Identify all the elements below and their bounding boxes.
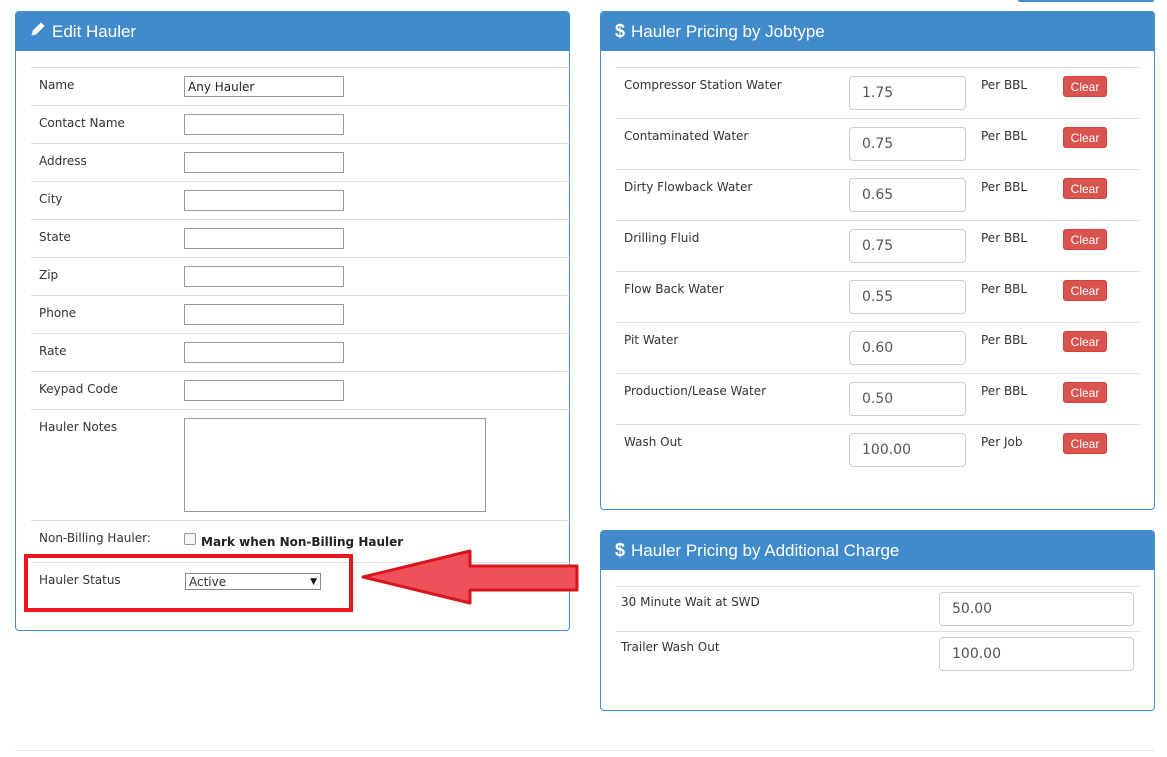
price-row: Contaminated Water Per BBL Clear <box>616 118 1140 169</box>
price-input[interactable] <box>849 280 966 314</box>
field-label: Name <box>39 78 75 92</box>
price-input[interactable] <box>849 433 966 467</box>
field-label: Address <box>39 154 87 168</box>
form-row-state: State <box>31 219 570 257</box>
price-input[interactable] <box>849 331 966 365</box>
price-row: Production/Lease Water Per BBL Clear <box>616 373 1140 424</box>
jobtype-label: Dirty Flowback Water <box>624 180 753 194</box>
jobtype-pricing-panel: $ Hauler Pricing by Jobtype Compressor S… <box>600 11 1155 510</box>
non-billing-checkbox[interactable] <box>184 533 196 545</box>
annotation-highlight-box <box>24 554 353 612</box>
hauler-notes-textarea[interactable] <box>184 418 486 512</box>
non-billing-checkbox-label: Mark when Non-Billing Hauler <box>201 535 404 549</box>
charge-label: Trailer Wash Out <box>621 640 720 654</box>
additional-charge-heading: $ Hauler Pricing by Additional Charge <box>601 531 1154 570</box>
panel-title: Hauler Pricing by Additional Charge <box>631 540 900 560</box>
clear-button[interactable]: Clear <box>1063 229 1107 250</box>
top-button-edge[interactable] <box>1018 0 1154 2</box>
unit-label: Per BBL <box>981 129 1028 143</box>
price-row: Wash Out Per Job Clear <box>616 424 1140 475</box>
form-row-phone: Phone <box>31 295 570 333</box>
clear-button[interactable]: Clear <box>1063 76 1107 97</box>
hauler-form: Name Contact Name Address City State Zip… <box>31 67 570 602</box>
price-row: Pit Water Per BBL Clear <box>616 322 1140 373</box>
field-label: City <box>39 192 63 206</box>
jobtype-label: Compressor Station Water <box>624 78 782 92</box>
jobtype-label: Contaminated Water <box>624 129 749 143</box>
clear-button[interactable]: Clear <box>1063 178 1107 199</box>
clear-button[interactable]: Clear <box>1063 127 1107 148</box>
form-row-name: Name <box>31 67 570 105</box>
charge-label: 30 Minute Wait at SWD <box>621 595 760 609</box>
jobtype-label: Pit Water <box>624 333 679 347</box>
additional-charge-pricing-panel: $ Hauler Pricing by Additional Charge 30… <box>600 530 1155 711</box>
keypad-code-input[interactable] <box>184 380 344 401</box>
field-label: Phone <box>39 306 77 320</box>
contact-name-input[interactable] <box>184 114 344 135</box>
form-row-zip: Zip <box>31 257 570 295</box>
phone-input[interactable] <box>184 304 344 325</box>
unit-label: Per Job <box>981 435 1023 449</box>
field-label: Rate <box>39 344 67 358</box>
unit-label: Per BBL <box>981 384 1028 398</box>
city-input[interactable] <box>184 190 344 211</box>
edit-hauler-panel: Edit Hauler Name Contact Name Address Ci… <box>15 11 570 631</box>
form-row-city: City <box>31 181 570 219</box>
rate-input[interactable] <box>184 342 344 363</box>
dollar-icon: $ <box>615 540 626 560</box>
zip-input[interactable] <box>184 266 344 287</box>
state-input[interactable] <box>184 228 344 249</box>
jobtype-label: Wash Out <box>624 435 682 449</box>
price-input[interactable] <box>849 127 966 161</box>
charge-input[interactable] <box>939 592 1134 626</box>
clear-button[interactable]: Clear <box>1063 433 1107 454</box>
unit-label: Per BBL <box>981 180 1028 194</box>
price-row: Flow Back Water Per BBL Clear <box>616 271 1140 322</box>
jobtype-label: Flow Back Water <box>624 282 724 296</box>
unit-label: Per BBL <box>981 78 1028 92</box>
address-input[interactable] <box>184 152 344 173</box>
panel-title: Edit Hauler <box>52 21 137 41</box>
price-input[interactable] <box>849 382 966 416</box>
form-row-keypad-code: Keypad Code <box>31 371 570 409</box>
jobtype-price-table: Compressor Station Water Per BBL Clear C… <box>616 67 1140 475</box>
price-row: Compressor Station Water Per BBL Clear <box>616 67 1140 118</box>
clear-button[interactable]: Clear <box>1063 331 1107 352</box>
form-row-address: Address <box>31 143 570 181</box>
price-row: Dirty Flowback Water Per BBL Clear <box>616 169 1140 220</box>
annotation-arrow-icon <box>361 549 579 605</box>
field-label: Contact Name <box>39 116 125 130</box>
name-input[interactable] <box>184 76 344 97</box>
form-row-contact-name: Contact Name <box>31 105 570 143</box>
field-label: Zip <box>39 268 59 282</box>
field-label: Keypad Code <box>39 382 118 396</box>
dollar-icon: $ <box>615 21 626 41</box>
price-input[interactable] <box>849 178 966 212</box>
unit-label: Per BBL <box>981 231 1028 245</box>
charge-input[interactable] <box>939 637 1134 671</box>
divider <box>15 750 1154 751</box>
unit-label: Per BBL <box>981 282 1028 296</box>
clear-button[interactable]: Clear <box>1063 382 1107 403</box>
field-label: State <box>39 230 71 244</box>
form-row-notes: Hauler Notes <box>31 409 570 520</box>
clear-button[interactable]: Clear <box>1063 280 1107 301</box>
jobtype-pricing-heading: $ Hauler Pricing by Jobtype <box>601 12 1154 51</box>
form-row-rate: Rate <box>31 333 570 371</box>
charge-row: Trailer Wash Out <box>616 631 1140 676</box>
pencil-icon <box>30 21 46 42</box>
field-label: Non-Billing Hauler: <box>39 531 151 545</box>
price-input[interactable] <box>849 229 966 263</box>
price-input[interactable] <box>849 76 966 110</box>
unit-label: Per BBL <box>981 333 1028 347</box>
field-label: Hauler Notes <box>39 420 118 434</box>
jobtype-label: Production/Lease Water <box>624 384 767 398</box>
jobtype-label: Drilling Fluid <box>624 231 700 245</box>
charge-row: 30 Minute Wait at SWD <box>616 586 1140 631</box>
panel-title: Hauler Pricing by Jobtype <box>631 21 825 41</box>
charge-price-table: 30 Minute Wait at SWD Trailer Wash Out <box>616 586 1140 676</box>
edit-hauler-heading: Edit Hauler <box>16 12 569 51</box>
price-row: Drilling Fluid Per BBL Clear <box>616 220 1140 271</box>
